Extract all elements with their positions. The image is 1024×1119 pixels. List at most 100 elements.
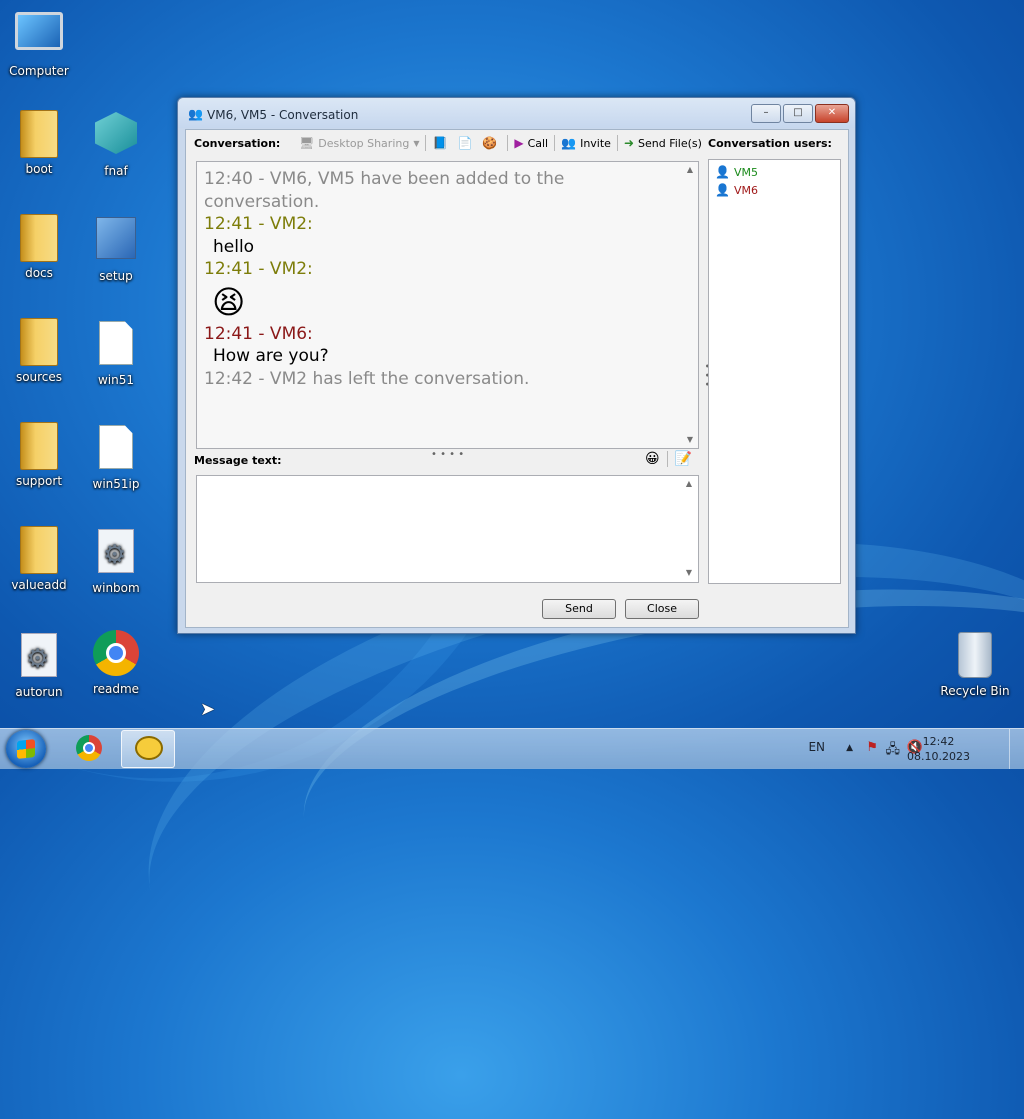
desktop-icon-label: readme [92, 682, 140, 696]
desktop-icon-readme[interactable]: readme [79, 630, 153, 696]
horizontal-splitter[interactable]: • • • • [431, 449, 464, 460]
chrome-icon [93, 630, 139, 676]
desktop-icon-setup[interactable]: setup [79, 214, 153, 283]
taskbar-messenger[interactable] [121, 730, 175, 768]
show-desktop-button[interactable] [1009, 729, 1024, 769]
message-text-label: Message text: [194, 454, 282, 467]
clock[interactable]: 12:42 08.10.2023 [907, 734, 970, 764]
toolbar-separator [616, 135, 618, 151]
desktop-icon-winbom[interactable]: winbom [79, 526, 153, 595]
network-icon[interactable]: 🖧 [886, 740, 901, 762]
maximize-button[interactable]: □ [783, 104, 813, 123]
user-name: VM5 [733, 165, 758, 179]
invite-button[interactable]: 👥 Invite [558, 136, 614, 150]
message-header: 12:41 - VM2: [204, 214, 313, 234]
notes-button[interactable]: 📄 [454, 136, 479, 150]
desktop-icon-autorun[interactable]: autorun [2, 630, 76, 699]
message-body: How are you? [213, 346, 329, 366]
cube-icon [95, 112, 137, 154]
scroll-up-icon[interactable]: ▲ [682, 162, 698, 178]
user-name: VM6 [733, 183, 758, 197]
toolbar-separator [507, 135, 509, 151]
invite-label: Invite [580, 136, 611, 150]
desktop-icon-label: sources [15, 370, 63, 384]
scroll-down-icon[interactable]: ▼ [682, 432, 698, 448]
action-center-flag-icon[interactable]: ⚑ [866, 740, 878, 755]
settings-button[interactable]: 🍪 [479, 136, 504, 150]
conversation-users-list: 👤 VM5 👤 VM6 [708, 159, 841, 584]
minimize-button[interactable]: – [751, 104, 781, 123]
desktop-icon-label: win51 [97, 373, 135, 387]
start-button[interactable] [6, 730, 46, 768]
desktop-icon-docs[interactable]: docs [2, 214, 76, 280]
close-window-button[interactable]: ✕ [815, 104, 849, 123]
window-title: VM6, VM5 - Conversation [207, 108, 359, 122]
call-button[interactable]: ▶ Call [511, 136, 551, 150]
window-titlebar[interactable]: 👥 VM6, VM5 - Conversation – □ ✕ [178, 98, 855, 128]
message-tools: 😀 📝 [645, 451, 692, 467]
conversation-label: Conversation: [194, 137, 281, 150]
desktop-sharing-icon: 🖥 [299, 136, 315, 150]
send-files-button[interactable]: ➜ Send File(s) [621, 136, 705, 150]
scroll-up-icon[interactable]: ▲ [681, 476, 697, 492]
toolbar-separator [666, 451, 668, 467]
chat-bubble-icon [135, 736, 163, 760]
desktop-icon-fnaf[interactable]: fnaf [79, 110, 153, 178]
document-icon: 📄 [457, 136, 473, 150]
send-files-label: Send File(s) [638, 136, 702, 150]
message-header: 12:41 - VM6: [204, 323, 313, 344]
send-button[interactable]: Send [542, 599, 616, 619]
desktop-icon-computer[interactable]: Computer [2, 8, 76, 78]
book-icon: 📘 [432, 136, 448, 150]
formatting-icon[interactable]: 📝 [675, 451, 692, 467]
user-icon: 👤 [715, 183, 730, 197]
setup-icon [96, 217, 136, 259]
desktop-icon-valueadd[interactable]: valueadd [2, 526, 76, 592]
settings-file-icon [98, 529, 134, 573]
toolbar-separator [425, 135, 427, 151]
desktop-icon-boot[interactable]: boot [2, 110, 76, 176]
user-icon: 👤 [715, 165, 730, 179]
user-item-vm5[interactable]: 👤 VM5 [709, 163, 840, 181]
conversation-scrollbar[interactable]: ▲ ▼ [682, 162, 698, 448]
message-scrollbar[interactable]: ▲ ▼ [681, 476, 697, 581]
conversation-users-label: Conversation users: [708, 137, 832, 150]
desktop-icon-label: win51ip [92, 477, 140, 491]
file-icon [99, 425, 133, 469]
chevron-down-icon: ▼ [413, 138, 420, 148]
desktop-icon-label: autorun [15, 685, 63, 699]
history-button[interactable]: 📘 [429, 136, 454, 150]
desktop-icon-sources[interactable]: sources [2, 318, 76, 384]
message-input[interactable] [196, 475, 699, 583]
send-file-icon: ➜ [623, 136, 635, 150]
folder-icon [20, 526, 58, 574]
conversation-window: 👥 VM6, VM5 - Conversation – □ ✕ Conversa… [177, 97, 856, 634]
desktop-icon-label: setup [99, 269, 133, 283]
video-camera-icon: ▶ [514, 136, 524, 150]
system-message: 12:42 - VM2 has left the conversation. [204, 368, 530, 389]
conversation-history[interactable]: 12:40 - VM6, VM5 have been added to the … [196, 161, 699, 449]
desktop-icon-win51[interactable]: win51 [79, 318, 153, 387]
emoji-picker-icon[interactable]: 😀 [645, 451, 660, 467]
taskbar-chrome[interactable] [62, 730, 114, 766]
file-icon [99, 321, 133, 365]
folder-icon [20, 214, 58, 262]
desktop-icon-win51ip[interactable]: win51ip [79, 422, 153, 491]
emoji-tired-face: 😫 [212, 282, 246, 321]
desktop-sharing-button[interactable]: 🖥 Desktop Sharing ▼ [296, 136, 422, 150]
system-message: 12:40 - VM6, VM5 have been added to the … [204, 169, 565, 212]
desktop-icon-recycle-bin[interactable]: Recycle Bin [938, 630, 1012, 698]
desktop-icon-label: winbom [92, 581, 140, 595]
language-indicator[interactable]: EN [808, 740, 825, 754]
call-label: Call [527, 136, 549, 150]
user-item-vm6[interactable]: 👤 VM6 [709, 181, 840, 199]
scroll-down-icon[interactable]: ▼ [681, 565, 697, 581]
close-button[interactable]: Close [625, 599, 699, 619]
toolbar-separator [554, 135, 556, 151]
desktop-icon-label: support [15, 474, 63, 488]
desktop-icon-label: boot [25, 162, 53, 176]
show-hidden-icons-icon[interactable]: ▲ [846, 743, 853, 753]
clock-date: 08.10.2023 [907, 750, 970, 763]
clock-time: 12:42 [922, 735, 955, 748]
desktop-icon-support[interactable]: support [2, 422, 76, 488]
